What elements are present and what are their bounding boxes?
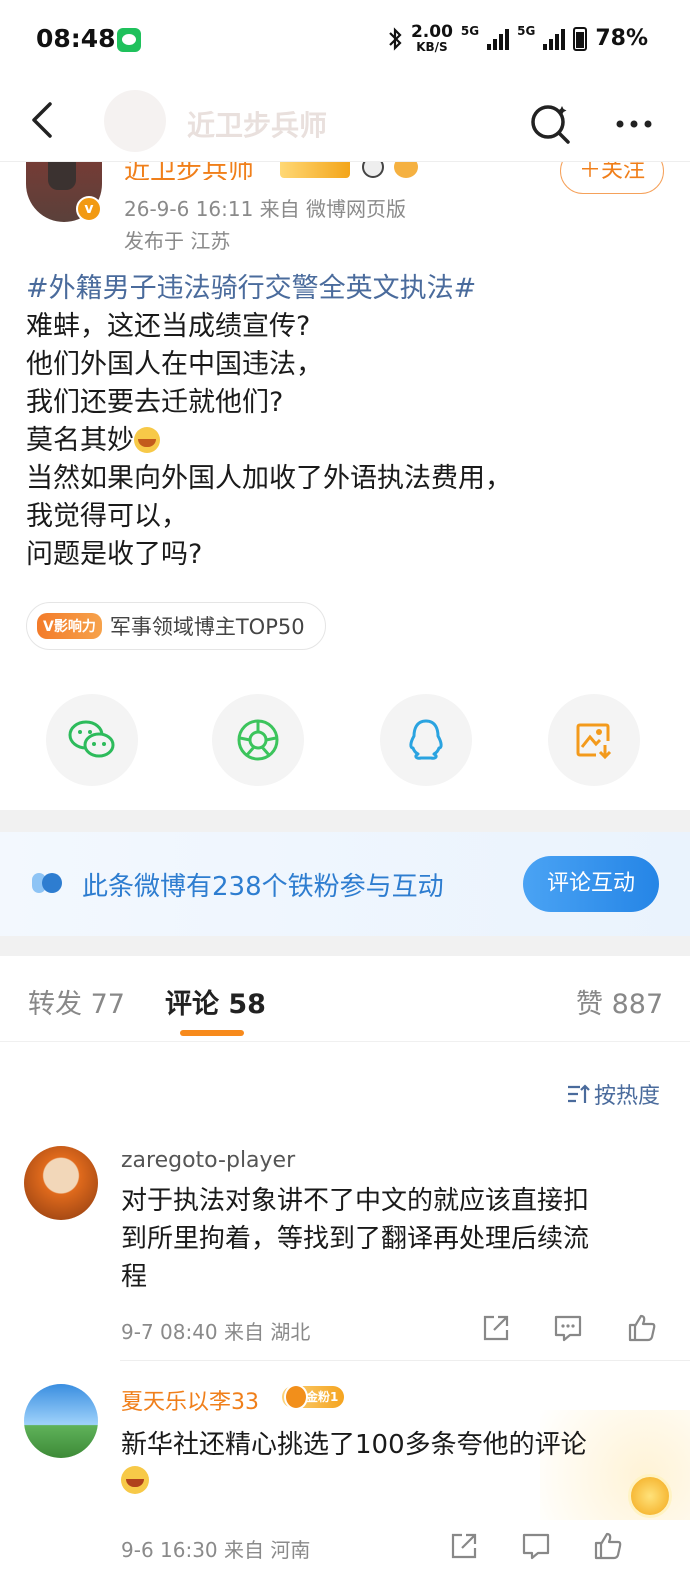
tab-likes[interactable]: 赞 887: [576, 982, 663, 1021]
comment-text: 对于执法对象讲不了中文的就应该直接扣 到所里拘着，等找到了翻译再处理后续流 程: [121, 1182, 666, 1296]
share-qq-button[interactable]: [380, 694, 472, 786]
comment-avatar[interactable]: [24, 1146, 98, 1220]
bluetooth-icon: [389, 26, 402, 51]
crying-emoji-icon: [134, 427, 160, 453]
share-icon[interactable]: [448, 1530, 480, 1562]
post-line-with-emoji: 莫名其妙: [26, 422, 666, 460]
section-divider: [0, 936, 690, 956]
post-body: #外籍男子违法骑行交警全英文执法# 难蚌，这还当成绩宣传? 他们外国人在中国违法…: [26, 270, 666, 574]
share-moments-button[interactable]: [212, 694, 304, 786]
nav-bar: 近卫步兵师: [0, 84, 690, 162]
gold-fan-emblem-icon: [628, 1474, 672, 1518]
status-time: 08:48: [36, 24, 116, 53]
post-meta: 26-9-6 16:11 来自 微博网页版: [124, 197, 407, 221]
influence-logo: V影响力: [37, 613, 102, 639]
share-icon[interactable]: [480, 1312, 512, 1344]
like-icon[interactable]: [626, 1312, 658, 1344]
battery-level: 78%: [595, 26, 648, 51]
post-line: 他们外国人在中国违法，: [26, 349, 323, 380]
laughing-emoji-icon: [121, 1466, 149, 1494]
nav-title: 近卫步兵师: [187, 109, 328, 142]
sort-icon: [568, 1084, 590, 1103]
fans-banner[interactable]: 此条微博有238个铁粉参与互动 评论互动: [0, 832, 690, 936]
battery-icon: [573, 26, 588, 51]
wechat-notification-icon: [117, 28, 141, 52]
active-tab-indicator: [180, 1030, 244, 1036]
signal-icon: [487, 28, 510, 50]
tab-comments[interactable]: 评论 58: [165, 982, 266, 1021]
post-line: 我觉得可以，: [26, 501, 188, 532]
nav-avatar[interactable]: [104, 90, 166, 152]
fans-interaction-icon: [32, 873, 62, 893]
comment-meta: 9-6 16:30 来自 河南: [121, 1538, 311, 1562]
comment-text-line: 到所里拘着，等找到了翻译再处理后续流: [121, 1224, 590, 1254]
tab-bar: 转发 77 评论 58 赞 887: [0, 956, 690, 1042]
comment-text-line: 程: [121, 1262, 148, 1292]
search-icon[interactable]: [526, 100, 574, 148]
comment-username[interactable]: zaregoto-player: [121, 1148, 295, 1173]
tab-reposts[interactable]: 转发 77: [28, 982, 125, 1021]
wechat-icon: [68, 720, 115, 758]
verified-badge-icon: v: [76, 196, 102, 222]
post-line: 我们还要去迁就他们?: [26, 387, 284, 418]
comment-text-line: 对于执法对象讲不了中文的就应该直接扣: [121, 1186, 590, 1216]
post-line: 难蚌，这还当成绩宣传?: [26, 311, 311, 342]
comment-divider: [120, 1360, 690, 1361]
post-line: 当然如果向外国人加收了外语执法费用，: [26, 463, 512, 494]
reply-icon[interactable]: [520, 1530, 552, 1562]
network-type-2: 5G: [517, 24, 536, 38]
post-location: 发布于 江苏: [124, 229, 231, 253]
qq-icon: [409, 719, 443, 760]
influence-text: 军事领域博主TOP50: [109, 615, 305, 639]
more-options-icon[interactable]: [610, 100, 658, 148]
influence-tag[interactable]: V影响力 军事领域博主TOP50: [26, 602, 326, 650]
sort-label: 按热度: [594, 1084, 661, 1109]
like-icon[interactable]: [592, 1530, 624, 1562]
post-line: 莫名其妙: [26, 425, 134, 456]
section-divider: [0, 810, 690, 832]
sort-toggle[interactable]: 按热度: [566, 1078, 660, 1110]
gold-fan-badge: 金粉1: [282, 1384, 345, 1410]
comment-avatar[interactable]: [24, 1384, 98, 1458]
comment-text: 新华社还精心挑选了100多条夸他的评论: [121, 1430, 587, 1460]
back-arrow-icon[interactable]: [24, 98, 64, 142]
post-hashtag[interactable]: #外籍男子违法骑行交警全英文执法#: [26, 270, 666, 308]
comment-username[interactable]: 夏天乐以李33: [121, 1384, 259, 1416]
reply-icon[interactable]: [552, 1312, 584, 1344]
comment-meta: 9-7 08:40 来自 湖北: [121, 1320, 311, 1344]
share-wechat-button[interactable]: [46, 694, 138, 786]
fans-banner-text: 此条微博有238个铁粉参与互动: [82, 872, 444, 902]
comment-interact-button[interactable]: 评论互动: [523, 856, 659, 912]
network-type-1: 5G: [460, 24, 480, 38]
post-line: 问题是收了吗?: [26, 539, 203, 570]
status-bar: 08:48 2.00 KB/S 5G 5G 78%: [0, 0, 690, 84]
moments-icon: [237, 719, 279, 761]
signal-icon: [543, 28, 566, 50]
status-indicators: 2.00 KB/S 5G 5G 78%: [387, 24, 648, 53]
net-speed: 2.00 KB/S: [410, 22, 453, 54]
save-image-icon: [576, 723, 612, 760]
save-image-button[interactable]: [548, 694, 640, 786]
